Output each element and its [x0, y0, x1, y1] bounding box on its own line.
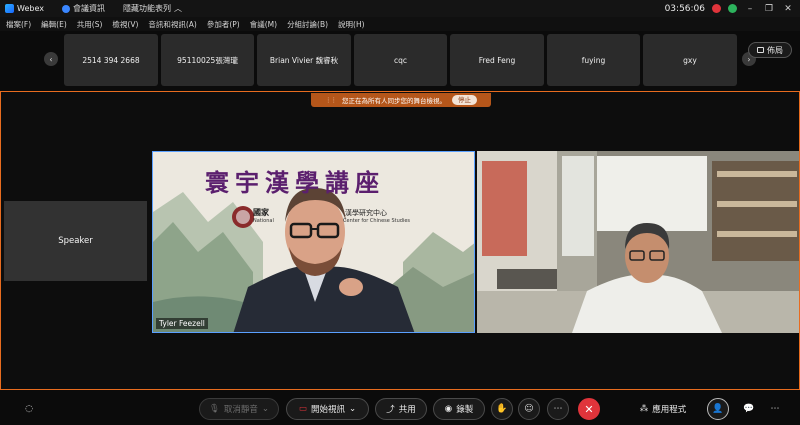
menu-audio-video[interactable]: 音訊和視訊(A) — [148, 19, 196, 30]
sync-stage-banner: ⋮⋮ 您正在為所有人同步您的舞台檢視。 停止 — [311, 93, 491, 107]
meeting-controls: ◌ 🎙 取消靜音 ⌄ ▭ 開始視訊 ⌄ ⤴ 共用 ◉ 錄製 ✋ ☺ ⋯ ✕ ⁂ … — [0, 392, 800, 425]
participant-video-feed — [477, 151, 799, 333]
menu-file[interactable]: 檔案(F) — [6, 19, 31, 30]
slide-center-en: Center for Chinese Studies — [343, 218, 410, 224]
slide-title: 寰宇漢學講座 — [205, 168, 385, 197]
chat-bubbles-icon[interactable]: ◌ — [18, 398, 40, 420]
sync-banner-text: 您正在為所有人同步您的舞台檢視。 — [342, 97, 446, 105]
slide-center: 漢學研究中心 — [345, 209, 387, 217]
video-tile-participant[interactable] — [477, 151, 799, 333]
recording-status-icon — [712, 4, 721, 13]
participant-tile[interactable]: Brian Vivier 魏睿秋 — [257, 34, 351, 86]
unmute-button[interactable]: 🎙 取消靜音 ⌄ — [199, 398, 279, 420]
record-button[interactable]: ◉ 錄製 — [433, 398, 485, 420]
apps-label: 應用程式 — [652, 405, 687, 415]
close-icon[interactable]: ✕ — [782, 4, 794, 14]
unmute-label: 取消靜音 — [223, 405, 258, 415]
participant-tile[interactable]: fuying — [547, 34, 640, 86]
share-label: 共用 — [398, 405, 416, 415]
menu-view[interactable]: 檢視(V) — [112, 19, 138, 30]
chevron-up-icon: ︿ — [173, 4, 182, 13]
restore-icon[interactable]: ❐ — [763, 4, 775, 14]
title-bar: Webex 會議資訊 隱藏功能表列 ︿ 03:56:06 – ❐ ✕ — [0, 0, 800, 17]
participant-name: fuying — [581, 55, 606, 65]
speaker-tile[interactable]: Speaker — [4, 201, 147, 281]
video-tile-presenter[interactable]: 寰宇漢學講座 國家 National 漢學研究中心 Center for Chi… — [152, 151, 475, 333]
participant-name-label: Tyler Feezell — [156, 318, 208, 329]
app-title: Webex — [17, 4, 44, 13]
participant-name: cqc — [393, 55, 407, 65]
participant-tile[interactable]: gxy — [643, 34, 737, 86]
menu-participants[interactable]: 參加者(P) — [207, 19, 240, 30]
app-logo: Webex — [5, 4, 44, 13]
chat-icon[interactable]: 💬 — [738, 398, 760, 420]
participants-panel-icon[interactable]: 👤 — [707, 398, 729, 420]
start-video-button[interactable]: ▭ 開始視訊 ⌄ — [286, 398, 369, 420]
slide-org-en: National — [253, 218, 274, 224]
more-options-icon[interactable]: ⋯ — [547, 398, 569, 420]
participant-name: gxy — [683, 55, 697, 65]
participant-name: Fred Feng — [478, 55, 516, 65]
apps-grid-icon: ⁂ — [639, 404, 649, 414]
raise-hand-icon[interactable]: ✋ — [491, 398, 513, 420]
stage-view: ⋮⋮ 您正在為所有人同步您的舞台檢視。 停止 Speaker 寰宇漢學講座 國家… — [0, 91, 800, 390]
more-panels-icon[interactable]: ⋯ — [764, 398, 786, 420]
menu-help[interactable]: 說明(H) — [338, 19, 365, 30]
minimize-icon[interactable]: – — [744, 4, 756, 14]
menu-edit[interactable]: 編輯(E) — [41, 19, 67, 30]
menu-bar: 檔案(F) 編輯(E) 共用(S) 檢視(V) 音訊和視訊(A) 參加者(P) … — [0, 17, 800, 31]
menu-meeting[interactable]: 會議(M) — [250, 19, 277, 30]
meeting-info-label: 會議資訊 — [72, 4, 105, 13]
participant-name: 2514 394 2668 — [82, 55, 140, 65]
shield-icon — [61, 4, 70, 13]
participant-tile[interactable]: 95110025張灣瓏 — [161, 34, 254, 86]
layout-icon — [757, 47, 764, 53]
webex-icon — [5, 4, 14, 13]
menu-share[interactable]: 共用(S) — [77, 19, 103, 30]
slide-org: 國家 — [253, 208, 269, 217]
end-call-button[interactable]: ✕ — [578, 398, 600, 420]
start-video-label: 開始視訊 — [310, 405, 345, 415]
chevron-left-icon[interactable]: ‹ — [44, 52, 58, 66]
layout-label: 佈局 — [767, 45, 783, 55]
record-label: 錄製 — [456, 405, 474, 415]
chevron-down-icon: ⌄ — [348, 404, 357, 414]
speaker-label: Speaker — [58, 236, 93, 246]
record-icon: ◉ — [444, 404, 453, 414]
participant-tile[interactable]: Fred Feng — [450, 34, 544, 86]
connection-status-icon — [728, 4, 737, 13]
hide-menu-label: 隱藏功能表列 — [122, 4, 171, 13]
participant-tile[interactable]: cqc — [354, 34, 447, 86]
hide-menu-button[interactable]: 隱藏功能表列 ︿ — [123, 3, 182, 14]
meeting-info-button[interactable]: 會議資訊 — [61, 3, 105, 14]
share-icon: ⤴ — [386, 405, 395, 415]
webex-window: Webex 會議資訊 隱藏功能表列 ︿ 03:56:06 – ❐ ✕ 檔案(F)… — [0, 0, 800, 425]
layout-button[interactable]: 佈局 — [748, 42, 792, 58]
meeting-timer: 03:56:06 — [664, 3, 705, 14]
mic-muted-icon: 🎙 — [209, 404, 220, 414]
camera-off-icon: ▭ — [298, 404, 307, 414]
participant-name: Brian Vivier 魏睿秋 — [269, 55, 339, 65]
menu-breakout[interactable]: 分組討論(B) — [287, 19, 328, 30]
drag-handle-icon[interactable]: ⋮⋮ — [325, 96, 337, 104]
participant-name: 95110025張灣瓏 — [177, 55, 238, 65]
apps-button[interactable]: ⁂ 應用程式 — [628, 398, 698, 420]
stop-sync-button[interactable]: 停止 — [452, 95, 477, 105]
chevron-down-icon: ⌄ — [261, 404, 269, 414]
reactions-icon[interactable]: ☺ — [518, 398, 540, 420]
participant-strip: ‹ 2514 394 2668 95110025張灣瓏 Brian Vivier… — [0, 31, 800, 89]
title-bar-right: 03:56:06 – ❐ ✕ — [665, 0, 794, 17]
participant-tile[interactable]: 2514 394 2668 — [64, 34, 158, 86]
share-button[interactable]: ⤴ 共用 — [375, 398, 427, 420]
